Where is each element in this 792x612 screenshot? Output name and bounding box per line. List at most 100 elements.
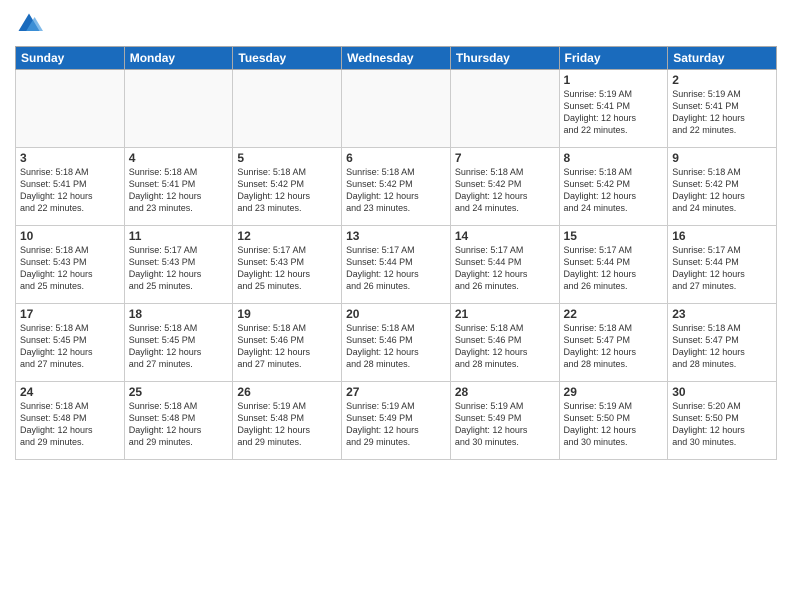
day-number: 20 bbox=[346, 307, 446, 321]
day-info: Sunrise: 5:18 AM Sunset: 5:46 PM Dayligh… bbox=[346, 322, 446, 371]
day-info: Sunrise: 5:19 AM Sunset: 5:41 PM Dayligh… bbox=[672, 88, 772, 137]
calendar-cell bbox=[342, 70, 451, 148]
day-info: Sunrise: 5:18 AM Sunset: 5:41 PM Dayligh… bbox=[20, 166, 120, 215]
calendar-cell: 14Sunrise: 5:17 AM Sunset: 5:44 PM Dayli… bbox=[450, 226, 559, 304]
day-number: 14 bbox=[455, 229, 555, 243]
calendar-cell: 22Sunrise: 5:18 AM Sunset: 5:47 PM Dayli… bbox=[559, 304, 668, 382]
day-number: 25 bbox=[129, 385, 229, 399]
calendar-cell: 7Sunrise: 5:18 AM Sunset: 5:42 PM Daylig… bbox=[450, 148, 559, 226]
day-number: 9 bbox=[672, 151, 772, 165]
day-number: 24 bbox=[20, 385, 120, 399]
calendar-cell: 6Sunrise: 5:18 AM Sunset: 5:42 PM Daylig… bbox=[342, 148, 451, 226]
calendar-cell: 23Sunrise: 5:18 AM Sunset: 5:47 PM Dayli… bbox=[668, 304, 777, 382]
day-number: 5 bbox=[237, 151, 337, 165]
logo bbox=[15, 10, 47, 38]
day-number: 30 bbox=[672, 385, 772, 399]
day-info: Sunrise: 5:18 AM Sunset: 5:42 PM Dayligh… bbox=[346, 166, 446, 215]
calendar-cell: 4Sunrise: 5:18 AM Sunset: 5:41 PM Daylig… bbox=[124, 148, 233, 226]
day-number: 12 bbox=[237, 229, 337, 243]
day-number: 8 bbox=[564, 151, 664, 165]
day-info: Sunrise: 5:19 AM Sunset: 5:50 PM Dayligh… bbox=[564, 400, 664, 449]
day-number: 16 bbox=[672, 229, 772, 243]
day-number: 17 bbox=[20, 307, 120, 321]
day-info: Sunrise: 5:18 AM Sunset: 5:45 PM Dayligh… bbox=[129, 322, 229, 371]
calendar-cell: 21Sunrise: 5:18 AM Sunset: 5:46 PM Dayli… bbox=[450, 304, 559, 382]
day-info: Sunrise: 5:18 AM Sunset: 5:46 PM Dayligh… bbox=[455, 322, 555, 371]
day-info: Sunrise: 5:19 AM Sunset: 5:49 PM Dayligh… bbox=[455, 400, 555, 449]
day-number: 21 bbox=[455, 307, 555, 321]
calendar-cell: 3Sunrise: 5:18 AM Sunset: 5:41 PM Daylig… bbox=[16, 148, 125, 226]
calendar-cell: 18Sunrise: 5:18 AM Sunset: 5:45 PM Dayli… bbox=[124, 304, 233, 382]
day-number: 4 bbox=[129, 151, 229, 165]
calendar: SundayMondayTuesdayWednesdayThursdayFrid… bbox=[15, 46, 777, 460]
calendar-cell: 11Sunrise: 5:17 AM Sunset: 5:43 PM Dayli… bbox=[124, 226, 233, 304]
day-number: 15 bbox=[564, 229, 664, 243]
weekday-header-saturday: Saturday bbox=[668, 47, 777, 70]
calendar-cell: 2Sunrise: 5:19 AM Sunset: 5:41 PM Daylig… bbox=[668, 70, 777, 148]
day-number: 3 bbox=[20, 151, 120, 165]
calendar-cell: 12Sunrise: 5:17 AM Sunset: 5:43 PM Dayli… bbox=[233, 226, 342, 304]
calendar-cell: 15Sunrise: 5:17 AM Sunset: 5:44 PM Dayli… bbox=[559, 226, 668, 304]
week-row-3: 10Sunrise: 5:18 AM Sunset: 5:43 PM Dayli… bbox=[16, 226, 777, 304]
day-info: Sunrise: 5:17 AM Sunset: 5:43 PM Dayligh… bbox=[129, 244, 229, 293]
day-info: Sunrise: 5:18 AM Sunset: 5:42 PM Dayligh… bbox=[564, 166, 664, 215]
weekday-header-sunday: Sunday bbox=[16, 47, 125, 70]
day-info: Sunrise: 5:17 AM Sunset: 5:43 PM Dayligh… bbox=[237, 244, 337, 293]
day-info: Sunrise: 5:18 AM Sunset: 5:42 PM Dayligh… bbox=[672, 166, 772, 215]
calendar-cell bbox=[450, 70, 559, 148]
day-number: 7 bbox=[455, 151, 555, 165]
week-row-2: 3Sunrise: 5:18 AM Sunset: 5:41 PM Daylig… bbox=[16, 148, 777, 226]
calendar-cell: 16Sunrise: 5:17 AM Sunset: 5:44 PM Dayli… bbox=[668, 226, 777, 304]
weekday-header-row: SundayMondayTuesdayWednesdayThursdayFrid… bbox=[16, 47, 777, 70]
page: SundayMondayTuesdayWednesdayThursdayFrid… bbox=[0, 0, 792, 612]
weekday-header-friday: Friday bbox=[559, 47, 668, 70]
day-number: 22 bbox=[564, 307, 664, 321]
calendar-cell: 17Sunrise: 5:18 AM Sunset: 5:45 PM Dayli… bbox=[16, 304, 125, 382]
day-number: 2 bbox=[672, 73, 772, 87]
logo-icon bbox=[15, 10, 43, 38]
calendar-cell: 10Sunrise: 5:18 AM Sunset: 5:43 PM Dayli… bbox=[16, 226, 125, 304]
day-info: Sunrise: 5:19 AM Sunset: 5:48 PM Dayligh… bbox=[237, 400, 337, 449]
calendar-cell: 9Sunrise: 5:18 AM Sunset: 5:42 PM Daylig… bbox=[668, 148, 777, 226]
day-info: Sunrise: 5:19 AM Sunset: 5:49 PM Dayligh… bbox=[346, 400, 446, 449]
weekday-header-thursday: Thursday bbox=[450, 47, 559, 70]
calendar-cell: 28Sunrise: 5:19 AM Sunset: 5:49 PM Dayli… bbox=[450, 382, 559, 460]
calendar-cell bbox=[124, 70, 233, 148]
day-info: Sunrise: 5:18 AM Sunset: 5:47 PM Dayligh… bbox=[672, 322, 772, 371]
weekday-header-wednesday: Wednesday bbox=[342, 47, 451, 70]
day-info: Sunrise: 5:18 AM Sunset: 5:45 PM Dayligh… bbox=[20, 322, 120, 371]
weekday-header-monday: Monday bbox=[124, 47, 233, 70]
calendar-cell: 25Sunrise: 5:18 AM Sunset: 5:48 PM Dayli… bbox=[124, 382, 233, 460]
day-number: 11 bbox=[129, 229, 229, 243]
day-info: Sunrise: 5:17 AM Sunset: 5:44 PM Dayligh… bbox=[672, 244, 772, 293]
day-info: Sunrise: 5:18 AM Sunset: 5:48 PM Dayligh… bbox=[20, 400, 120, 449]
day-number: 6 bbox=[346, 151, 446, 165]
calendar-cell bbox=[16, 70, 125, 148]
day-info: Sunrise: 5:19 AM Sunset: 5:41 PM Dayligh… bbox=[564, 88, 664, 137]
day-info: Sunrise: 5:18 AM Sunset: 5:48 PM Dayligh… bbox=[129, 400, 229, 449]
calendar-cell bbox=[233, 70, 342, 148]
day-number: 28 bbox=[455, 385, 555, 399]
calendar-cell: 13Sunrise: 5:17 AM Sunset: 5:44 PM Dayli… bbox=[342, 226, 451, 304]
calendar-cell: 19Sunrise: 5:18 AM Sunset: 5:46 PM Dayli… bbox=[233, 304, 342, 382]
day-info: Sunrise: 5:18 AM Sunset: 5:46 PM Dayligh… bbox=[237, 322, 337, 371]
calendar-cell: 29Sunrise: 5:19 AM Sunset: 5:50 PM Dayli… bbox=[559, 382, 668, 460]
calendar-cell: 24Sunrise: 5:18 AM Sunset: 5:48 PM Dayli… bbox=[16, 382, 125, 460]
day-number: 13 bbox=[346, 229, 446, 243]
day-info: Sunrise: 5:20 AM Sunset: 5:50 PM Dayligh… bbox=[672, 400, 772, 449]
calendar-cell: 30Sunrise: 5:20 AM Sunset: 5:50 PM Dayli… bbox=[668, 382, 777, 460]
calendar-cell: 27Sunrise: 5:19 AM Sunset: 5:49 PM Dayli… bbox=[342, 382, 451, 460]
day-info: Sunrise: 5:18 AM Sunset: 5:43 PM Dayligh… bbox=[20, 244, 120, 293]
day-number: 23 bbox=[672, 307, 772, 321]
day-number: 1 bbox=[564, 73, 664, 87]
day-info: Sunrise: 5:17 AM Sunset: 5:44 PM Dayligh… bbox=[455, 244, 555, 293]
calendar-cell: 26Sunrise: 5:19 AM Sunset: 5:48 PM Dayli… bbox=[233, 382, 342, 460]
calendar-cell: 5Sunrise: 5:18 AM Sunset: 5:42 PM Daylig… bbox=[233, 148, 342, 226]
day-info: Sunrise: 5:18 AM Sunset: 5:47 PM Dayligh… bbox=[564, 322, 664, 371]
week-row-5: 24Sunrise: 5:18 AM Sunset: 5:48 PM Dayli… bbox=[16, 382, 777, 460]
day-number: 27 bbox=[346, 385, 446, 399]
header bbox=[15, 10, 777, 38]
day-number: 26 bbox=[237, 385, 337, 399]
day-info: Sunrise: 5:18 AM Sunset: 5:41 PM Dayligh… bbox=[129, 166, 229, 215]
day-number: 10 bbox=[20, 229, 120, 243]
